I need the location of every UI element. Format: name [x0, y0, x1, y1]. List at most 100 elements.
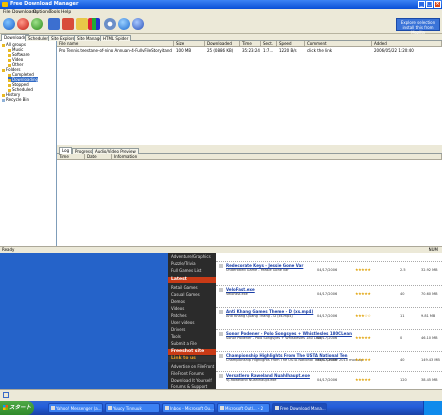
file-listing: Redecorate Keys - Jessie Gone Var Undert…	[216, 253, 442, 389]
rating-stars: ★★★★★	[355, 377, 371, 382]
cell-sections: 1:7...	[263, 48, 274, 53]
cell-speed: 1220 B/s	[279, 48, 297, 53]
globe-icon[interactable]	[118, 18, 130, 30]
main-tabs: Downloads Scheduler Site Explorer Site M…	[0, 34, 442, 41]
taskbar: スタート Yahoo! Messenger (a... Yuucy Tinnuu…	[0, 401, 442, 415]
rating-stars: ★★★★★	[355, 267, 371, 272]
taskbar-item-free-download-manager[interactable]: Free Download Mana...	[272, 403, 327, 413]
list-item[interactable]: Sonor Podener - Polo Songsyes + Whistles…	[216, 329, 442, 352]
folder-icon	[2, 43, 5, 47]
settings-icon[interactable]	[104, 18, 116, 30]
file-thumbnail-icon	[219, 264, 223, 268]
nav-item[interactable]: Retail Games	[171, 284, 198, 291]
log-column-date[interactable]: Date	[85, 154, 112, 160]
title-bar[interactable]: Free Download Manager _ □ ×	[0, 0, 442, 9]
nav-item[interactable]: Full Games List	[171, 267, 201, 274]
taskbar-item-inbox-outlook[interactable]: Inbox - Microsoft Ou...	[162, 403, 215, 413]
taskbar-item-yahoo-messenger[interactable]: Yahoo! Messenger (a...	[48, 403, 103, 413]
help-icon[interactable]	[132, 18, 144, 30]
file-date: 04/17/2006	[317, 292, 338, 296]
system-tray[interactable]	[423, 401, 442, 415]
app-icon	[2, 2, 8, 7]
nav-item[interactable]: Patches	[171, 312, 187, 319]
column-header-size[interactable]: Size	[174, 41, 205, 47]
nav-item[interactable]: FileFront Forums	[171, 370, 204, 377]
file-size: 46.10 MB	[421, 336, 438, 340]
file-thumbnail-icon	[219, 354, 223, 358]
nav-item[interactable]: Adventure/Graphics	[171, 253, 211, 260]
download-count: 40	[400, 292, 405, 296]
file-date: 04/17/2006	[317, 314, 338, 318]
home-icon[interactable]	[3, 392, 9, 398]
download-count: 0	[400, 336, 403, 340]
nav-header-latest: Latest	[168, 277, 216, 283]
status-bar: Ready NUM	[0, 246, 442, 253]
resume-icon[interactable]	[31, 18, 43, 30]
column-header-file-name[interactable]: File name	[57, 41, 174, 47]
nav-item[interactable]: Advertise on FileFront	[171, 363, 214, 370]
list-item[interactable]: VeloFast.exe VeloFast.exe 04/17/2006 ★★★…	[216, 285, 442, 308]
nav-header-link-to-us[interactable]: Link to us	[168, 356, 216, 362]
tree-item-recycle-bin[interactable]: Recycle Bin	[2, 97, 29, 102]
stop-icon[interactable]	[17, 18, 29, 30]
file-subtitle: VJ-Raweland Nuahlhaupt.exe	[226, 378, 277, 382]
cell-time: 35:23:24	[242, 48, 260, 53]
file-size: 9.81 MB	[421, 314, 436, 318]
download-count: 2.5	[400, 268, 406, 272]
file-date: 04/17/2006	[317, 358, 338, 362]
list-icon[interactable]	[76, 18, 88, 30]
column-header-speed[interactable]: Speed	[277, 41, 305, 47]
recycle-bin-icon	[2, 98, 5, 102]
toolbar: Explore selection install this from Mozi…	[0, 16, 442, 35]
nav-item[interactable]: Drivers	[171, 326, 185, 333]
list-item[interactable]: Anti Khang Games Theme - D (xs.mp4) Anti…	[216, 307, 442, 330]
nav-item[interactable]: Submit a File	[171, 340, 197, 347]
file-size: 32.92 MB	[421, 268, 438, 272]
close-button[interactable]: ×	[434, 1, 441, 8]
maximize-button[interactable]: □	[426, 1, 433, 8]
pause-icon[interactable]	[48, 18, 60, 30]
column-header-sections[interactable]: Sect.	[261, 41, 277, 47]
menu-file[interactable]: File	[3, 9, 11, 16]
minimize-button[interactable]: _	[418, 1, 425, 8]
nav-item[interactable]: Videos	[171, 305, 184, 312]
taskbar-item-microsoft-outlook[interactable]: Microsoft Outl... - 2	[217, 403, 270, 413]
menu-help[interactable]: Help	[61, 9, 71, 16]
window-title: Free Download Manager	[10, 1, 79, 7]
cell-size: 100 MB	[176, 48, 192, 53]
nav-item[interactable]: Demos	[171, 298, 185, 305]
menu-tools[interactable]: Tools	[49, 9, 60, 16]
explore-selection-button[interactable]: Explore selection install this from Mozi…	[396, 18, 440, 35]
taskbar-item-window[interactable]: Yuucy Tinnuuk	[105, 403, 160, 413]
column-header-downloaded[interactable]: Downloaded	[205, 41, 240, 47]
rating-stars: ★★★☆☆	[355, 313, 371, 318]
chart-icon[interactable]	[88, 18, 100, 30]
menu-options[interactable]: Options	[33, 9, 50, 16]
site-nav: Adventure/Graphics Puzzle/Trivia Full Ga…	[168, 253, 216, 389]
nav-item[interactable]: Puzzle/Trivia	[171, 260, 196, 267]
log-column-time[interactable]: Time	[57, 154, 85, 160]
delete-icon[interactable]	[62, 18, 74, 30]
nav-item[interactable]: User videos	[171, 319, 194, 326]
start-button[interactable]: スタート	[0, 401, 34, 415]
info-tabs: Log Progress Audio/Video Preview	[57, 147, 442, 154]
column-header-comment[interactable]: Comment	[305, 41, 372, 47]
groups-tree: All groups Music Software Video Other Fo…	[0, 41, 57, 246]
tab-log[interactable]: Log	[59, 147, 73, 154]
list-item[interactable]: Redecorate Keys - Jessie Gone Var Undert…	[216, 261, 442, 286]
file-date: 04/17/2006	[317, 268, 338, 272]
nav-item[interactable]: Tools	[171, 333, 181, 340]
log-column-information[interactable]: Information	[112, 154, 442, 160]
downloads-list: File name Size Downloaded Time Sect. Spe…	[57, 41, 442, 145]
list-item[interactable]: Versatlero Raweland Nuahlhaupt.exe VJ-Ra…	[216, 371, 442, 389]
list-item[interactable]: Championship Highlights From The USTA Na…	[216, 351, 442, 372]
add-icon[interactable]	[3, 18, 15, 30]
cell-downloaded: 25 (0886 KB)	[207, 48, 234, 53]
file-thumbnail-icon	[219, 288, 223, 292]
rating-stars: ★★★★★	[355, 357, 371, 362]
nav-item[interactable]: Casual Games	[171, 291, 200, 298]
file-thumbnail-icon	[219, 332, 223, 336]
column-header-time[interactable]: Time	[240, 41, 261, 47]
column-header-added[interactable]: Added	[372, 41, 442, 47]
rating-stars: ★★★★★	[355, 335, 371, 340]
